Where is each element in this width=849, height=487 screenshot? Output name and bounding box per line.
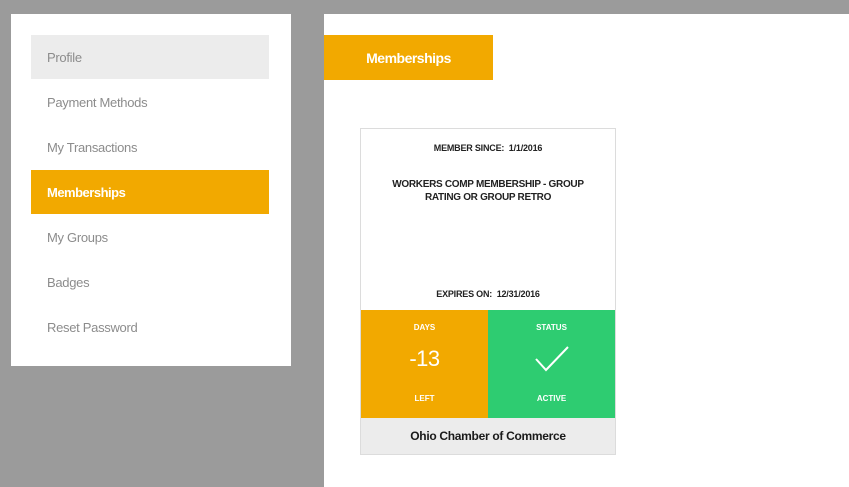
check-icon bbox=[535, 346, 569, 372]
sidebar-item-reset-password[interactable]: Reset Password bbox=[31, 305, 269, 349]
sidebar-item-my-groups[interactable]: My Groups bbox=[31, 215, 269, 259]
expires-value: 12/31/2016 bbox=[496, 289, 540, 299]
account-sidebar: Profile Payment Methods My Transactions … bbox=[11, 14, 291, 366]
left-label: LEFT bbox=[414, 394, 435, 403]
sidebar-item-payment-methods[interactable]: Payment Methods bbox=[31, 80, 269, 124]
sidebar-nav: Profile Payment Methods My Transactions … bbox=[31, 35, 269, 350]
days-label: DAYS bbox=[413, 323, 436, 332]
member-since-label: MEMBER SINCE: bbox=[433, 143, 505, 153]
status-label: STATUS bbox=[536, 323, 567, 332]
sidebar-item-memberships[interactable]: Memberships bbox=[31, 170, 269, 214]
sidebar-item-profile[interactable]: Profile bbox=[31, 35, 269, 79]
member-since: MEMBER SINCE: 1/1/2016 bbox=[361, 143, 615, 153]
membership-card[interactable]: MEMBER SINCE: 1/1/2016 WORKERS COMP MEMB… bbox=[360, 128, 616, 455]
expires-label: EXPIRES ON: bbox=[436, 289, 493, 299]
member-since-value: 1/1/2016 bbox=[508, 143, 543, 153]
membership-title: WORKERS COMP MEMBERSHIP - GROUP RATING O… bbox=[392, 179, 584, 203]
organization-name: Ohio Chamber of Commerce bbox=[361, 418, 615, 454]
status-value: ACTIVE bbox=[536, 394, 567, 403]
status-tile: STATUS ACTIVE bbox=[488, 310, 615, 418]
page-title-tab[interactable]: Memberships bbox=[324, 35, 493, 80]
sidebar-item-my-transactions[interactable]: My Transactions bbox=[31, 125, 269, 169]
days-left-tile: DAYS -13 LEFT bbox=[361, 310, 488, 418]
main-content: Memberships MEMBER SINCE: 1/1/2016 WORKE… bbox=[324, 14, 849, 487]
expires-on: EXPIRES ON: 12/31/2016 bbox=[361, 289, 615, 299]
days-value: -13 bbox=[409, 346, 440, 371]
sidebar-item-badges[interactable]: Badges bbox=[31, 260, 269, 304]
